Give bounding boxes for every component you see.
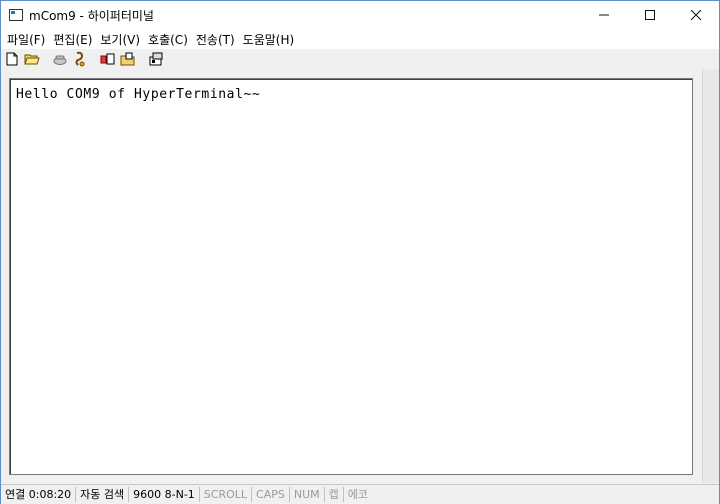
call-icon [53,55,67,65]
status-num: NUM [290,487,325,502]
app-icon [9,9,23,21]
status-auto-detect: 자동 검색 [76,487,130,502]
call-button[interactable] [51,50,69,68]
receive-button[interactable] [119,50,137,68]
menu-help[interactable]: 도움말(H) [239,31,299,48]
status-scroll: SCROLL [200,487,253,502]
status-connection-time: 연결 0:08:20 [1,487,77,502]
close-button[interactable] [673,1,719,29]
toolbar [1,49,719,70]
status-port-settings: 9600 8-N-1 [129,487,200,502]
new-file-icon [6,52,18,66]
open-folder-icon [24,54,40,65]
terminal-screen[interactable]: Hello COM9 of HyperTerminal~~ [9,78,693,475]
receive-icon [120,52,135,66]
send-button[interactable] [99,50,117,68]
status-capture: 캡 [325,487,344,502]
menu-file[interactable]: 파일(F) [3,31,49,48]
status-bar: 연결 0:08:20 자동 검색 9600 8-N-1 SCROLL CAPS … [1,484,719,504]
properties-button[interactable] [147,50,165,68]
new-file-button[interactable] [3,50,21,68]
window-title: mCom9 - 하이퍼터미널 [29,8,154,23]
vertical-scrollbar[interactable] [702,69,719,483]
maximize-icon [645,10,655,20]
properties-icon [149,52,163,66]
send-icon [100,53,115,65]
disconnect-button[interactable] [71,50,89,68]
terminal-output: Hello COM9 of HyperTerminal~~ [16,87,261,102]
minimize-icon [599,14,609,16]
menu-bar: 파일(F) 편집(E) 보기(V) 호출(C) 전송(T) 도움말(H) [1,29,719,49]
hyperterminal-window: mCom9 - 하이퍼터미널 파일(F) 편집(E) 보기(V) 호출(C) 전… [0,0,720,504]
window-controls [581,1,719,29]
content-area: Hello COM9 of HyperTerminal~~ [1,69,719,483]
menu-transfer[interactable]: 전송(T) [192,31,239,48]
menu-call[interactable]: 호출(C) [144,31,192,48]
close-icon [691,10,701,20]
title-bar[interactable]: mCom9 - 하이퍼터미널 [1,1,719,29]
menu-edit[interactable]: 편집(E) [49,31,96,48]
menu-view[interactable]: 보기(V) [96,31,144,48]
status-echo: 에코 [347,488,369,501]
maximize-button[interactable] [627,1,673,29]
minimize-button[interactable] [581,1,627,29]
status-caps: CAPS [252,487,290,502]
disconnect-icon [75,51,85,67]
open-button[interactable] [23,50,41,68]
